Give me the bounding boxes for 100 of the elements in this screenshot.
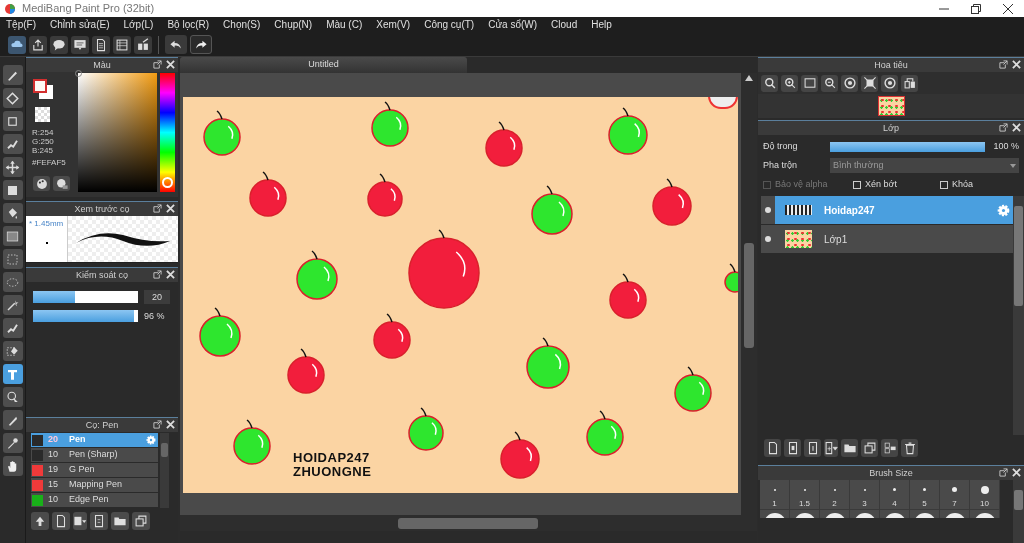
brush-settings-button[interactable]	[90, 512, 108, 530]
tool-button[interactable]	[2, 410, 23, 430]
folder-button[interactable]	[111, 512, 129, 530]
layer-row[interactable]: Lớp1	[761, 225, 1013, 254]
tool-button[interactable]	[2, 226, 23, 246]
tool-button[interactable]	[2, 341, 23, 361]
brush-list-item[interactable]: 10 Edge Pen	[31, 493, 158, 508]
size-label: 7	[952, 499, 957, 508]
apple-drawing	[531, 185, 573, 235]
delete-layer-button[interactable]	[901, 439, 918, 457]
duplicate-layer-button[interactable]	[861, 439, 878, 457]
scrollbar[interactable]	[1013, 480, 1024, 543]
brush-size-cell[interactable]: 10	[970, 480, 1000, 510]
upload-button[interactable]	[31, 512, 49, 530]
folder-button[interactable]	[841, 439, 858, 457]
merge-layer-button[interactable]	[881, 439, 898, 457]
speech-bubble-button[interactable]	[50, 35, 68, 54]
palette-button[interactable]	[33, 176, 50, 191]
tool-button[interactable]	[2, 387, 23, 407]
brush-size-cell[interactable]: 1.5	[790, 480, 820, 510]
blend-mode-dropdown[interactable]: Bình thường	[830, 158, 1019, 173]
scrollbar[interactable]	[160, 433, 169, 508]
brush-size-cell[interactable]: 5	[910, 480, 940, 510]
eraser-icon	[5, 90, 20, 106]
flip-button[interactable]	[901, 74, 918, 92]
rotate-left-button[interactable]	[841, 74, 858, 92]
panel-title: Lớp	[883, 123, 899, 133]
brush-size-cell[interactable]: 3	[850, 480, 880, 510]
opacity-slider[interactable]	[830, 141, 985, 152]
add-layer-button[interactable]	[824, 439, 838, 457]
tool-button[interactable]	[2, 456, 23, 476]
menu-item[interactable]: Cửa sổ(W)	[488, 20, 538, 30]
canvas-paper[interactable]: HOIDAP247 ZHUONGNE	[183, 97, 738, 493]
slider-value: 20	[144, 290, 170, 304]
menu-item[interactable]: Chụp(N)	[274, 20, 313, 30]
new-layer-button[interactable]	[764, 439, 781, 457]
tool-button[interactable]	[2, 134, 23, 154]
tool-button[interactable]	[2, 318, 23, 338]
menu-item[interactable]: Màu (C)	[326, 20, 363, 30]
zoom-reset-button[interactable]	[761, 74, 778, 92]
menu-item[interactable]: Chọn(S)	[223, 20, 261, 30]
brush-settings-icon	[92, 514, 106, 528]
transparent-swatch[interactable]	[35, 107, 50, 122]
close-icon	[1012, 468, 1021, 477]
new-layer-button[interactable]	[784, 439, 801, 457]
fullscreen-button[interactable]	[861, 74, 878, 92]
color-picker-field[interactable]	[78, 73, 157, 192]
brush-list-item[interactable]: 10 Pen (Sharp)	[31, 448, 158, 463]
copy-brush-button[interactable]	[73, 512, 87, 530]
tool-button[interactable]	[2, 433, 23, 453]
new-brush-button[interactable]	[52, 512, 70, 530]
slider-track[interactable]	[33, 291, 138, 303]
scrollbar[interactable]	[1013, 196, 1024, 435]
share-button[interactable]	[29, 35, 47, 54]
tool-button[interactable]	[2, 111, 23, 131]
redo-button[interactable]	[190, 35, 212, 54]
brush-size-cell[interactable]: 4	[880, 480, 910, 510]
navigator-thumbnail[interactable]	[877, 96, 905, 116]
menu-item[interactable]: Tệp(F)	[6, 20, 36, 30]
document-button[interactable]	[92, 35, 110, 54]
apple-drawing	[500, 431, 540, 479]
brush-list-item[interactable]: 15 Mapping Pen	[31, 478, 158, 493]
table-icon	[115, 37, 129, 52]
menu-item[interactable]: Chỉnh sửa(E)	[50, 20, 110, 30]
zoom-reset-icon	[762, 76, 777, 90]
menu-item[interactable]: Bộ lọc(R)	[167, 20, 210, 30]
menu-item[interactable]: Help	[591, 20, 612, 30]
hue-slider-handle[interactable]	[162, 177, 173, 189]
brush-list-item[interactable]: 19 G Pen	[31, 463, 158, 478]
fit-button[interactable]	[801, 74, 818, 92]
delete-layer-icon	[902, 441, 917, 455]
tool-button[interactable]	[2, 364, 23, 384]
menu-item[interactable]: Lớp(L)	[123, 20, 154, 30]
size-label: 1	[772, 499, 777, 508]
undo-button[interactable]	[165, 35, 187, 54]
comment-button[interactable]	[71, 35, 89, 54]
brush-size-cell[interactable]: 7	[940, 480, 970, 510]
tool-button[interactable]	[2, 65, 23, 85]
tool-button[interactable]	[2, 157, 23, 177]
tool-button[interactable]	[2, 88, 23, 108]
brush-size-cell[interactable]: 1	[760, 480, 790, 510]
zoom-in-button[interactable]	[781, 74, 798, 92]
tool-button[interactable]	[2, 203, 23, 223]
menu-item[interactable]: Xem(V)	[376, 20, 411, 30]
menu-item[interactable]: Cloud	[551, 20, 578, 30]
brush-size-cell[interactable]: 2	[820, 480, 850, 510]
cloud-button[interactable]	[8, 35, 26, 54]
palette-settings-button[interactable]	[53, 176, 70, 191]
duplicate-button[interactable]	[132, 512, 150, 530]
apple-drawing	[652, 178, 692, 226]
zoom-out-button[interactable]	[821, 74, 838, 92]
table-button[interactable]	[113, 35, 131, 54]
color-swatches[interactable]	[33, 79, 53, 99]
document-tab[interactable]: Untitled	[180, 57, 467, 73]
rotate-left-icon	[842, 76, 857, 90]
tool-button[interactable]	[2, 180, 23, 200]
rotate-right-button[interactable]	[881, 74, 898, 92]
new-layer-button[interactable]	[804, 439, 821, 457]
grid-button[interactable]	[134, 35, 152, 54]
menu-item[interactable]: Công cụ(T)	[424, 20, 475, 30]
